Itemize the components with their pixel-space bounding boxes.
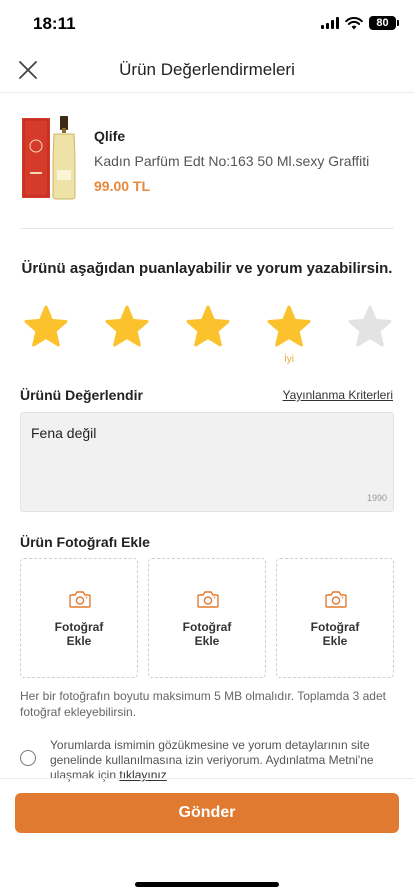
status-icons: 80 xyxy=(321,16,399,30)
rating-prompt: Ürünü aşağıdan puanlayabilir ve yorum ya… xyxy=(21,260,393,277)
star-rating: İyi xyxy=(24,305,396,365)
add-photo-label-line2: Ekle xyxy=(322,634,348,648)
consent-text: Yorumlarda ismimin gözükmesine ve yorum … xyxy=(50,738,386,783)
consent-radio[interactable] xyxy=(20,750,36,766)
star-2-icon[interactable] xyxy=(105,305,149,349)
product-name: Kadın Parfüm Edt No:163 50 Ml.sexy Graff… xyxy=(94,153,370,169)
camera-icon xyxy=(325,591,347,608)
cellular-signal-icon xyxy=(321,17,339,29)
divider xyxy=(20,228,394,229)
submit-button[interactable]: Gönder xyxy=(15,793,399,833)
page-title: Ürün Değerlendirmeleri xyxy=(119,60,295,79)
star-5-icon[interactable] xyxy=(348,305,392,349)
product-brand: Qlife xyxy=(94,128,126,144)
photo-section-label: Ürün Fotoğrafı Ekle xyxy=(20,534,150,550)
nav-bar: Ürün Değerlendirmeleri xyxy=(0,48,414,93)
add-photo-slot-3[interactable]: Fotoğraf Ekle xyxy=(276,558,394,678)
add-photo-slot-1[interactable]: Fotoğraf Ekle xyxy=(20,558,138,678)
add-photo-label-line2: Ekle xyxy=(66,634,92,648)
home-indicator xyxy=(135,882,279,887)
product-price: 99.00 TL xyxy=(94,178,151,194)
add-photo-label-line2: Ekle xyxy=(194,634,220,648)
add-photo-label: Fotoğraf Ekle xyxy=(21,620,137,648)
review-textarea[interactable]: Fena değil 1990 xyxy=(20,412,394,512)
review-label: Ürünü Değerlendir xyxy=(20,387,143,403)
consent-text-body: Yorumlarda ismimin gözükmesine ve yorum … xyxy=(50,738,374,782)
rating-caption: İyi xyxy=(284,354,294,365)
privacy-notice-link[interactable]: tıklayınız xyxy=(119,768,166,782)
remaining-char-count: 1990 xyxy=(366,493,387,503)
review-text: Fena değil xyxy=(31,425,97,441)
star-4-icon[interactable] xyxy=(267,305,311,349)
camera-icon xyxy=(197,591,219,608)
footer-divider xyxy=(0,778,414,779)
add-photo-label-line1: Fotoğraf xyxy=(182,620,232,634)
name-consent: Yorumlarda ismimin gözükmesine ve yorum … xyxy=(20,738,394,782)
add-photo-label-line1: Fotoğraf xyxy=(54,620,104,634)
wifi-icon xyxy=(345,16,363,29)
product-summary: Qlife Kadın Parfüm Edt No:163 50 Ml.sexy… xyxy=(20,112,394,210)
product-image xyxy=(22,116,76,200)
star-1-icon[interactable] xyxy=(24,305,68,349)
status-bar: 18:11 80 xyxy=(0,0,414,48)
camera-icon xyxy=(69,591,91,608)
add-photo-label-line1: Fotoğraf xyxy=(310,620,360,634)
battery-icon: 80 xyxy=(369,16,399,30)
photo-size-note: Her bir fotoğrafın boyutu maksimum 5 MB … xyxy=(20,689,386,719)
add-photo-slot-2[interactable]: Fotoğraf Ekle xyxy=(148,558,266,678)
add-photo-label: Fotoğraf Ekle xyxy=(277,620,393,648)
status-time: 18:11 xyxy=(33,14,76,33)
star-3-icon[interactable] xyxy=(186,305,230,349)
add-photo-label: Fotoğraf Ekle xyxy=(149,620,265,648)
publishing-criteria-link[interactable]: Yayınlanma Kriterleri xyxy=(283,388,393,402)
